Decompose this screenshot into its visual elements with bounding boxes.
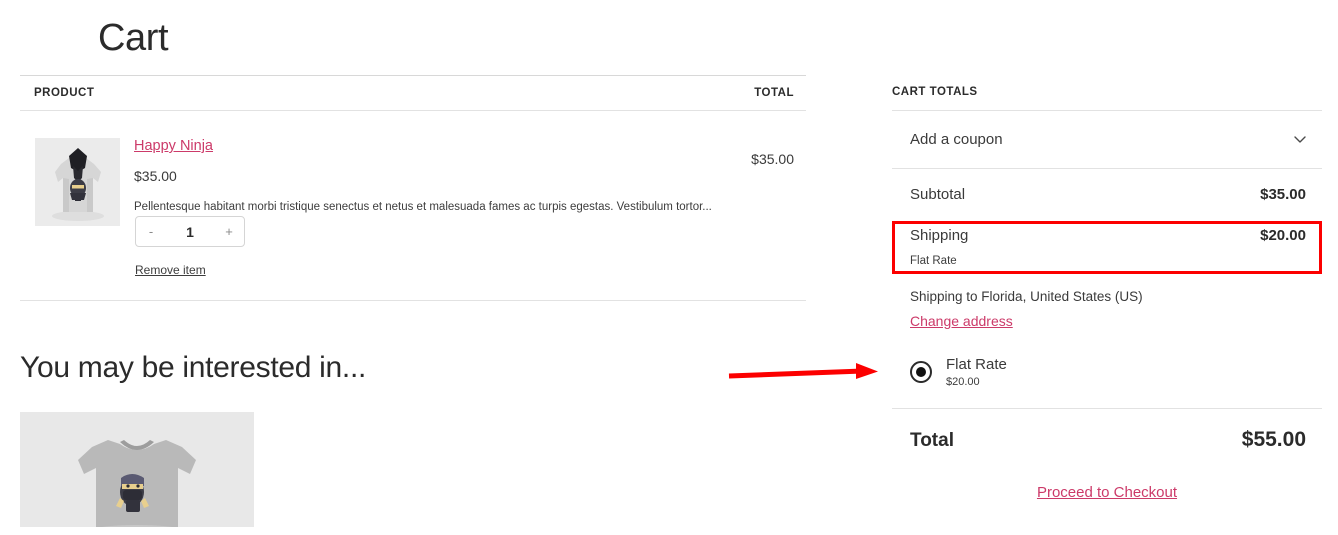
shipping-destination: Shipping to Florida, United States (US) (910, 289, 1143, 304)
cart-table: PRODUCT TOTAL Happy Ninja $35.00 Pellent… (20, 75, 806, 301)
quantity-decrease-button[interactable]: - (136, 217, 166, 246)
add-coupon-row[interactable]: Add a coupon (892, 110, 1322, 168)
grand-total-label: Total (910, 430, 954, 451)
quantity-increase-button[interactable]: + (214, 217, 244, 246)
product-name-link[interactable]: Happy Ninja (134, 137, 213, 155)
subtotal-label: Subtotal (910, 186, 966, 203)
tshirt-product-image (20, 412, 254, 527)
page-title: Cart (98, 17, 169, 59)
row-line-total: $35.00 (751, 151, 794, 167)
divider (892, 408, 1322, 409)
subtotal-value: $35.00 (1260, 186, 1306, 203)
product-price: $35.00 (134, 168, 177, 184)
divider (892, 168, 1322, 169)
shipping-option-price: $20.00 (946, 376, 980, 388)
subtotal-row: Subtotal $35.00 (910, 186, 1306, 203)
product-description: Pellentesque habitant morbi tristique se… (134, 201, 712, 213)
upsell-product-thumbnail[interactable] (20, 412, 254, 527)
radio-selected-icon[interactable] (910, 361, 932, 383)
upsell-section: You may be interested in... (20, 350, 806, 527)
quantity-stepper[interactable]: - 1 + (135, 216, 245, 247)
add-coupon-label: Add a coupon (910, 130, 1003, 148)
proceed-to-checkout-link[interactable]: Proceed to Checkout (892, 484, 1322, 501)
change-address-link[interactable]: Change address (910, 313, 1013, 329)
shipping-method-label: Flat Rate (910, 255, 957, 267)
column-header-total: TOTAL (754, 87, 794, 99)
shipping-label: Shipping (910, 227, 969, 244)
shipping-row: Shipping $20.00 (910, 227, 1306, 244)
column-header-product: PRODUCT (34, 87, 95, 99)
quantity-value: 1 (186, 223, 194, 240)
product-thumbnail[interactable] (35, 138, 120, 226)
cart-totals-heading: CART TOTALS (892, 86, 978, 98)
cart-left-column: Cart PRODUCT TOTAL Happy Ninja $35.00 Pe… (20, 0, 806, 535)
grand-total-value: $55.00 (1241, 428, 1306, 451)
cart-table-header: PRODUCT TOTAL (20, 75, 806, 111)
cart-table-row: Happy Ninja $35.00 Pellentesque habitant… (20, 111, 806, 301)
chevron-down-icon[interactable] (1292, 131, 1308, 147)
upsell-title: You may be interested in... (20, 351, 367, 384)
shipping-option-flat-rate[interactable]: Flat Rate $20.00 (910, 355, 1007, 388)
product-info: Happy Ninja $35.00 Pellentesque habitant… (134, 137, 734, 215)
shipping-value: $20.00 (1260, 227, 1306, 244)
shipping-option-text: Flat Rate $20.00 (946, 355, 1007, 388)
hoodie-product-image (35, 138, 120, 226)
shipping-option-label: Flat Rate (946, 356, 1007, 373)
remove-item-link[interactable]: Remove item (135, 263, 206, 277)
grand-total-row: Total $55.00 (910, 428, 1306, 452)
